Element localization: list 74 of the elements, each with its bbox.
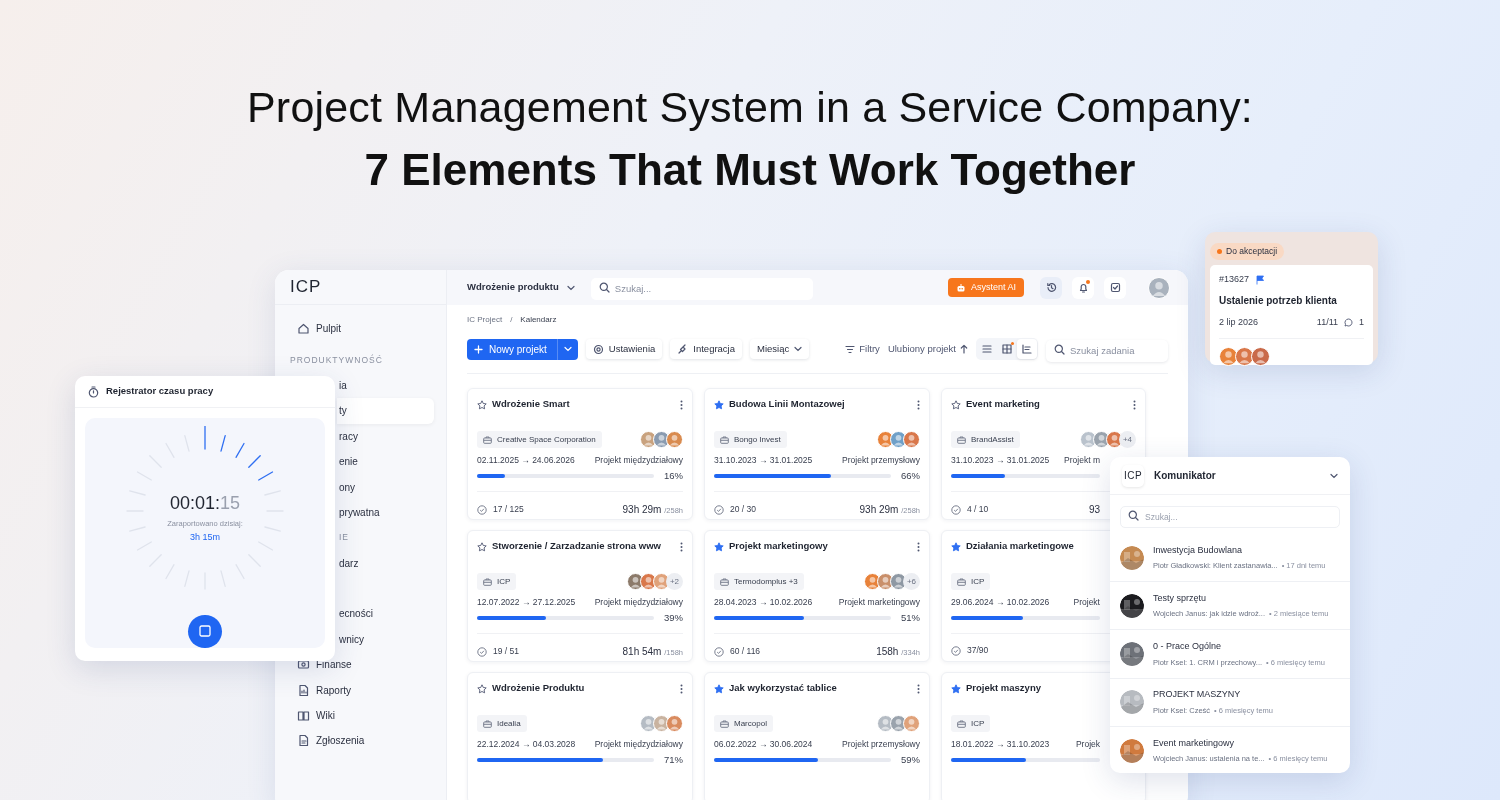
task-count: 20 / 30 <box>730 503 756 517</box>
timer-display: 00:01:15 <box>168 492 242 515</box>
date-range: 28.04.2023 → 10.02.2026 <box>714 595 813 609</box>
logged-hours: 93 <box>1088 503 1100 518</box>
messenger-title: Komunikator <box>1154 469 1216 483</box>
progress-percent: 66% <box>901 469 920 484</box>
project-type: Projekt przemysłowy <box>842 737 920 751</box>
thread-title: Inwestycja Budowlana <box>1153 543 1244 557</box>
section-label: PRODUKTYWNOŚĆ <box>290 353 383 367</box>
client-tag: Termodomplus +3 <box>714 573 804 590</box>
date-range: 06.02.2022 → 30.06.2024 <box>714 737 813 751</box>
client-tag: Marcopol <box>714 715 773 732</box>
date-range: 22.12.2024 → 04.03.2028 <box>477 737 576 751</box>
project-title: Event marketing <box>966 397 1040 412</box>
project-title: Jak wykorzystać tablice <box>729 681 837 696</box>
comment-count: 1 <box>1359 315 1364 329</box>
task-count: 17 / 125 <box>493 503 524 517</box>
project-type: Projek <box>1075 737 1100 751</box>
progress-percent: 16% <box>664 469 683 484</box>
client-tag: ICP <box>951 715 991 732</box>
date-range: 12.07.2022 → 27.12.2025 <box>477 595 576 609</box>
project-type: Projekt <box>1073 595 1100 609</box>
more-members-count: +2 <box>666 573 683 590</box>
more-members-count: +4 <box>1119 431 1136 448</box>
project-type: Projekt międzydziałowy <box>594 453 683 467</box>
project-type: Projekt międzydziałowy <box>594 737 683 751</box>
breadcrumb-separator: / <box>510 314 513 326</box>
project-title: Budowa Linii Montazowej <box>729 397 845 412</box>
due-date: 2 lip 2026 <box>1219 315 1259 329</box>
date-range: 29.06.2024 → 10.02.2026 <box>951 595 1050 609</box>
progress-percent: 71% <box>664 753 683 768</box>
task-count: 60 / 116 <box>730 645 761 659</box>
project-type: Projekt przemysłowy <box>842 453 920 467</box>
status-badge: Do akceptacji <box>1210 243 1285 260</box>
project-type: Projekt marketingowy <box>838 595 920 609</box>
messenger-logo: ICP <box>1122 464 1144 487</box>
project-title: Projekt marketingowy <box>729 539 828 554</box>
task-count: 4 / 10 <box>967 503 989 517</box>
date-range: 31.10.2023 → 31.01.2025 <box>951 453 1050 467</box>
more-members-count: +6 <box>903 573 920 590</box>
thread-title: Event marketingowy <box>1153 736 1236 750</box>
subtask-count: 11/11 <box>1316 315 1338 329</box>
project-title: Wdrożenie Smart <box>492 397 570 412</box>
thread-title: 0 - Prace Ogólne <box>1153 640 1223 654</box>
task-count: 19 / 51 <box>493 645 519 659</box>
client-tag: ICP <box>477 573 517 590</box>
progress-percent: 39% <box>664 611 683 626</box>
client-tag: Bongo Invest <box>714 431 787 448</box>
date-range: 18.01.2022 → 31.10.2023 <box>951 737 1050 751</box>
progress-percent: 51% <box>901 611 920 626</box>
client-tag: Creative Space Corporation <box>477 431 602 448</box>
project-title: Projekt maszyny <box>966 681 1041 696</box>
reported-time: 3h 15m <box>189 531 221 545</box>
project-title: Wdrożenie Produktu <box>492 681 585 696</box>
project-type: Projekt m <box>1064 453 1100 467</box>
progress-percent: 59% <box>901 753 920 768</box>
task-title: Ustalenie potrzeb klienta <box>1219 293 1338 308</box>
section-label: IE <box>339 531 350 545</box>
task-number: #13627 <box>1219 273 1250 286</box>
thread-title: PROJEKT MASZYNY <box>1153 688 1242 702</box>
project-title: Działania marketingowe <box>966 539 1074 554</box>
date-range: 31.10.2023 → 31.01.2025 <box>714 453 813 467</box>
subheadline: 7 Elements That Must Work Together <box>363 143 1137 196</box>
client-tag: BrandAssist <box>951 431 1020 448</box>
client-tag: Idealia <box>477 715 527 732</box>
client-tag: ICP <box>951 573 991 590</box>
project-title: Stworzenie / Zarzadzanie strona www <box>492 539 661 554</box>
timer-title: Rejestrator czasu pracy <box>106 384 214 399</box>
headline: Project Management System in a Service Company: <box>246 82 1254 133</box>
thread-title: Testy sprzętu <box>1153 591 1208 605</box>
date-range: 02.11.2025 → 24.06.2026 <box>477 453 575 467</box>
app-logo: ICP <box>290 276 322 299</box>
task-count: 37/90 <box>967 644 989 657</box>
project-type: Projekt międzydziałowy <box>594 595 683 609</box>
